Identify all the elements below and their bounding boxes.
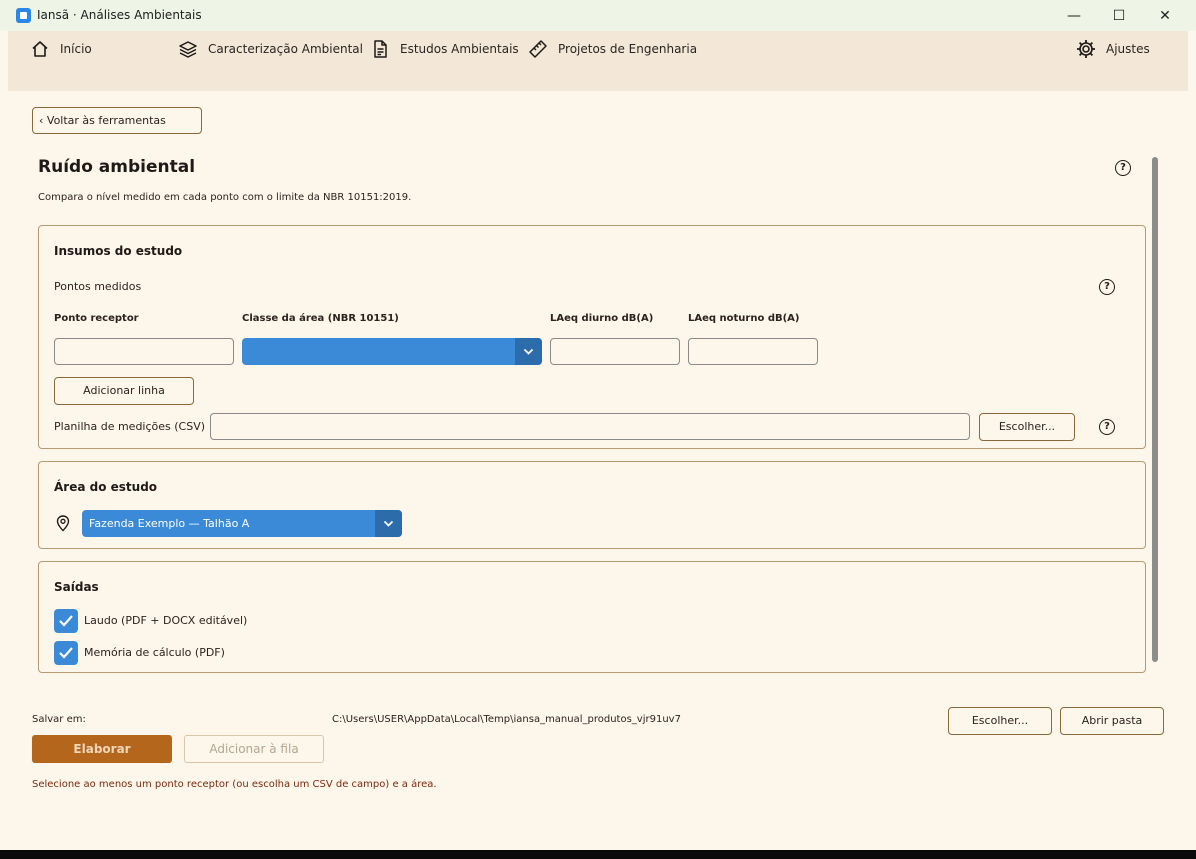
checkmark-icon bbox=[59, 615, 73, 627]
map-pin-icon bbox=[56, 515, 70, 532]
column-header: LAeq diurno dB(A) bbox=[550, 313, 654, 324]
open-folder-button[interactable]: Abrir pasta bbox=[1060, 707, 1164, 735]
choose-csv-button[interactable]: Escolher... bbox=[979, 413, 1075, 441]
top-nav: Início Caracterização Ambiental Estudos … bbox=[8, 31, 1188, 91]
chevron-down-icon bbox=[515, 338, 542, 365]
validation-message: Selecione ao menos um ponto receptor (ou… bbox=[32, 779, 437, 790]
area-panel: Área do estudo Fazenda Exemplo — Talhão … bbox=[38, 461, 1146, 549]
scrollbar[interactable] bbox=[1152, 157, 1158, 662]
nav-label: Estudos Ambientais bbox=[400, 42, 519, 56]
checkmark-icon bbox=[59, 647, 73, 659]
ponto-receptor-input[interactable] bbox=[54, 338, 234, 365]
chevron-down-icon bbox=[375, 510, 402, 537]
window-title: Iansã · Análises Ambientais bbox=[37, 8, 202, 22]
layers-icon bbox=[179, 41, 197, 58]
outputs-panel: Saídas Laudo (PDF + DOCX editável) Memór… bbox=[38, 561, 1146, 673]
close-button[interactable]: ✕ bbox=[1155, 6, 1175, 26]
nav-item-caracterizacao[interactable]: Caracterização Ambiental bbox=[178, 39, 363, 59]
column-header: LAeq noturno dB(A) bbox=[688, 313, 800, 324]
nav-label: Projetos de Engenharia bbox=[558, 42, 698, 56]
classe-area-select[interactable] bbox=[242, 338, 542, 365]
nav-label: Caracterização Ambiental bbox=[208, 42, 363, 56]
select-value: Fazenda Exemplo — Talhão A bbox=[89, 517, 250, 530]
nav-label: Início bbox=[60, 42, 92, 56]
help-icon[interactable]: ? bbox=[1115, 160, 1131, 176]
add-row-button[interactable]: Adicionar linha bbox=[54, 377, 194, 405]
nav-item-ajustes[interactable]: Ajustes bbox=[1076, 39, 1150, 59]
nav-item-projetos[interactable]: Projetos de Engenharia bbox=[528, 39, 697, 59]
panel-title: Saídas bbox=[54, 580, 99, 594]
page-title: Ruído ambiental bbox=[38, 157, 196, 177]
inputs-panel: Insumos do estudo Pontos medidos ? Ponto… bbox=[38, 225, 1146, 449]
app-icon bbox=[16, 8, 31, 23]
save-path: C:\Users\USER\AppData\Local\Temp\iansa_m… bbox=[332, 714, 681, 725]
home-icon bbox=[32, 41, 48, 57]
laeq-diurno-input[interactable] bbox=[550, 338, 680, 365]
panel-title: Insumos do estudo bbox=[54, 244, 183, 258]
column-header: Ponto receptor bbox=[54, 313, 139, 324]
checkbox-label: Memória de cálculo (PDF) bbox=[84, 646, 225, 659]
back-to-tools-button[interactable]: ‹ Voltar às ferramentas bbox=[32, 107, 202, 134]
help-icon[interactable]: ? bbox=[1099, 419, 1115, 435]
memoria-checkbox[interactable] bbox=[54, 641, 78, 665]
area-select[interactable]: Fazenda Exemplo — Talhão A bbox=[82, 510, 402, 537]
nav-item-estudos[interactable]: Estudos Ambientais bbox=[370, 39, 519, 59]
ruler-icon bbox=[529, 40, 547, 58]
minimize-button[interactable]: — bbox=[1064, 6, 1084, 26]
elaborate-button[interactable]: Elaborar bbox=[32, 735, 172, 763]
panel-title: Área do estudo bbox=[54, 480, 158, 494]
app-window: Iansã · Análises Ambientais — ☐ ✕ Início… bbox=[0, 0, 1196, 850]
document-icon bbox=[374, 40, 387, 58]
nav-label: Ajustes bbox=[1106, 42, 1150, 56]
points-label: Pontos medidos bbox=[54, 280, 142, 293]
help-icon[interactable]: ? bbox=[1099, 279, 1115, 295]
csv-label: Planilha de medições (CSV) bbox=[54, 420, 206, 433]
checkbox-label: Laudo (PDF + DOCX editável) bbox=[84, 614, 248, 627]
nav-item-inicio[interactable]: Início bbox=[30, 39, 92, 59]
title-bar: Iansã · Análises Ambientais — ☐ ✕ bbox=[0, 0, 1196, 31]
page-description: Compara o nível medido em cada ponto com… bbox=[38, 192, 412, 203]
column-header: Classe da área (NBR 10151) bbox=[242, 313, 399, 324]
laudo-checkbox[interactable] bbox=[54, 609, 78, 633]
add-to-queue-button[interactable]: Adicionar à fila bbox=[184, 735, 324, 763]
save-label: Salvar em: bbox=[32, 714, 86, 725]
choose-folder-button[interactable]: Escolher... bbox=[948, 707, 1052, 735]
laeq-noturno-input[interactable] bbox=[688, 338, 818, 365]
maximize-button[interactable]: ☐ bbox=[1109, 6, 1129, 26]
csv-path-input[interactable] bbox=[210, 413, 970, 440]
gear-icon bbox=[1077, 40, 1095, 58]
